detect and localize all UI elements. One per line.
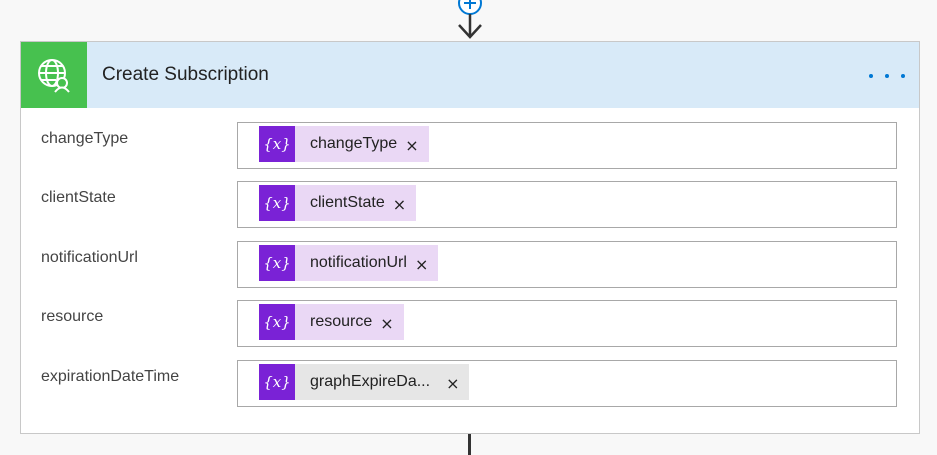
resource-input[interactable]: {x} resource × — [237, 300, 897, 347]
field-label: expirationDateTime — [41, 368, 180, 385]
token-label: graphExpireDa... — [310, 373, 431, 390]
field-row-changetype: changeType {x} changeType × — [21, 122, 919, 170]
field-row-resource: resource {x} resource × — [21, 300, 919, 348]
field-label: changeType — [41, 130, 129, 147]
field-row-clientstate: clientState {x} clientState × — [21, 181, 919, 229]
dynamic-token[interactable]: {x} graphExpireDa... × — [259, 364, 470, 400]
remove-token-icon[interactable]: × — [415, 255, 438, 274]
field-row-notificationurl: notificationUrl {x} notificationUrl × — [21, 241, 919, 289]
variable-icon: {x} — [259, 304, 295, 340]
globe-user-icon — [21, 42, 87, 108]
field-row-expirationdatetime: expirationDateTime {x} graphExpireDa... … — [21, 360, 919, 408]
action-card: Create Subscription changeType {x} chang… — [20, 41, 920, 434]
changetype-input[interactable]: {x} changeType × — [237, 122, 897, 169]
card-header[interactable]: Create Subscription — [21, 42, 919, 108]
variable-icon: {x} — [259, 364, 295, 400]
variable-icon: {x} — [259, 126, 295, 162]
field-label: clientState — [41, 189, 116, 206]
token-label: notificationUrl — [310, 254, 407, 271]
remove-token-icon[interactable]: × — [393, 195, 416, 214]
dynamic-token[interactable]: {x} notificationUrl × — [259, 245, 439, 281]
expirationdatetime-input[interactable]: {x} graphExpireDa... × — [237, 360, 897, 407]
remove-token-icon[interactable]: × — [380, 314, 403, 333]
more-options-icon[interactable] — [869, 66, 905, 86]
dynamic-token[interactable]: {x} resource × — [259, 304, 404, 340]
clientstate-input[interactable]: {x} clientState × — [237, 181, 897, 228]
token-label: changeType — [310, 135, 398, 152]
dynamic-token[interactable]: {x} changeType × — [259, 126, 429, 162]
variable-icon: {x} — [259, 245, 295, 281]
variable-icon: {x} — [259, 185, 295, 221]
dynamic-token[interactable]: {x} clientState × — [259, 185, 417, 221]
field-label: resource — [41, 308, 104, 325]
remove-token-icon[interactable]: × — [405, 136, 428, 155]
remove-token-icon[interactable]: × — [438, 374, 469, 393]
token-label: resource — [310, 313, 373, 330]
card-title: Create Subscription — [102, 64, 269, 85]
connector-line — [468, 434, 471, 455]
field-label: notificationUrl — [41, 249, 138, 266]
token-label: clientState — [310, 194, 385, 211]
add-step-icon[interactable] — [456, 0, 486, 42]
notificationurl-input[interactable]: {x} notificationUrl × — [237, 241, 897, 288]
